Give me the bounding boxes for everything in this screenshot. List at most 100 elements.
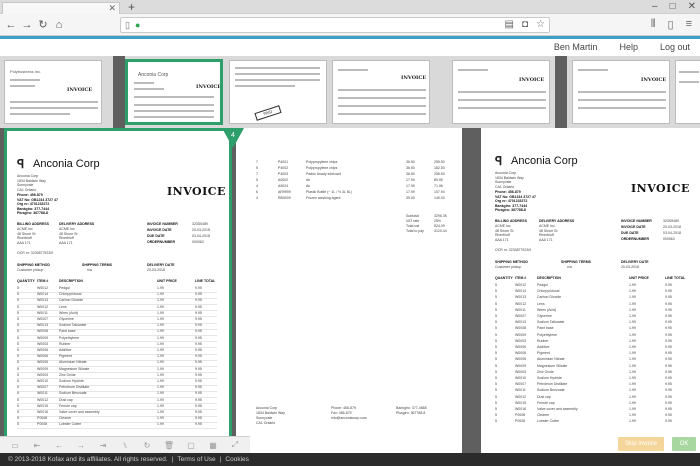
thumb-title: INVOICE	[519, 77, 545, 83]
delivery-line: AAA 171	[59, 240, 73, 245]
fit-icon[interactable]: ▢	[184, 441, 198, 450]
menu-icon[interactable]: ≡	[686, 18, 692, 31]
line-item-cell: 5	[17, 335, 19, 340]
line-item-cell: 9.95	[665, 394, 672, 399]
line-item-cell: 1.99	[157, 416, 164, 421]
expand-icon[interactable]: ⤢	[228, 440, 242, 450]
line-item-cell: 9.95	[665, 295, 672, 300]
line-item-cell: 9.95	[195, 335, 202, 340]
line-item-cell: Dust cap	[59, 397, 73, 402]
line-item-cell: W0013	[515, 295, 527, 300]
home-icon[interactable]: ⌂	[52, 18, 66, 32]
thumbnail-page-2-selected[interactable]: Anconia Corp INVOICE	[125, 59, 223, 125]
line-item-cell: P0008	[515, 413, 526, 418]
close-window-icon[interactable]: ✕	[688, 0, 696, 14]
browser-tabbar: ✕ + – □ ✕	[0, 0, 700, 14]
document-viewer: ꟼ Anconia Corp INVOICE BILLING ADDRESS D…	[0, 128, 700, 453]
last-page-icon[interactable]: ⇥	[96, 441, 110, 450]
line-item-cell: W0015	[515, 400, 527, 405]
page2-cell: A9024	[278, 184, 289, 188]
line-item-cell: Sodium Benzoate	[59, 391, 87, 396]
browser-tab[interactable]: ✕	[2, 2, 120, 14]
user-name-link[interactable]: Ben Martin	[554, 42, 598, 52]
thumbnail-page-4[interactable]: INVOICE	[332, 60, 430, 124]
app-header: Ben Martin Help Log out	[0, 39, 700, 56]
reload-icon[interactable]: ↻	[36, 18, 50, 32]
rotate-icon[interactable]: ↻	[140, 441, 154, 450]
thumbnail-page-3[interactable]: PAID	[229, 60, 327, 124]
invoice-page-selected[interactable]: ꟼ Anconia Corp INVOICE BILLING ADDRESS D…	[4, 128, 232, 453]
line-item-cell: 5	[17, 310, 19, 315]
delivery-date: 20-03-2018	[621, 265, 639, 269]
line-item-cell: W0015	[37, 403, 49, 408]
tab-close-icon[interactable]: ✕	[108, 3, 116, 14]
invoice-page-3[interactable]: ꟼ Anconia Corp INVOICE Anconia Corp 1834 …	[481, 128, 700, 453]
maximize-icon[interactable]: □	[670, 0, 676, 14]
line-item-cell: W0013	[515, 320, 527, 325]
line-item-cell: 1.99	[157, 348, 164, 352]
line-item-cell: 1.99	[629, 326, 636, 331]
line-item-cell: 5	[495, 326, 497, 331]
line-item-cell: 1.99	[157, 323, 164, 328]
reader-icon[interactable]: ▤	[505, 19, 514, 30]
meta-label: INVOICE DATE	[621, 225, 646, 229]
page2-cell: A0002	[278, 178, 289, 182]
line-item-cell: Additive	[537, 345, 550, 349]
pocket-icon[interactable]: ◘	[522, 19, 528, 30]
line-item-cell: 1.99	[629, 301, 636, 306]
line-item-cell: 9.95	[195, 329, 202, 334]
library-icon[interactable]: ⫴	[651, 18, 656, 31]
back-icon[interactable]: ←	[4, 18, 18, 32]
page-icon[interactable]: ▭	[8, 441, 22, 450]
minimize-icon[interactable]: –	[652, 0, 658, 14]
line-item-cell: Wires (Acid)	[59, 310, 79, 315]
thumbnail-strip: Polybusiness Inc. INVOICE Anconia Corp I…	[0, 56, 700, 128]
line-item-cell: P0008	[37, 416, 48, 421]
new-tab-icon[interactable]: +	[128, 0, 135, 14]
line-item-cell: P0008	[37, 422, 48, 427]
billing-line: AAA 171	[495, 237, 509, 242]
terms-link[interactable]: Terms of Use	[177, 453, 215, 466]
line-item-cell: 1.99	[629, 357, 636, 362]
next-icon[interactable]: →	[74, 441, 88, 450]
line-item-cell: 9.95	[195, 366, 202, 371]
split-icon[interactable]: ⑊	[118, 441, 132, 450]
help-link[interactable]: Help	[619, 42, 638, 52]
line-item-cell: 1.99	[157, 372, 164, 377]
shipping-terms: n/a	[87, 268, 92, 272]
line-item-cell: Paint base	[59, 329, 76, 334]
thumbnail-page-1[interactable]: Polybusiness Inc. INVOICE	[4, 60, 102, 124]
url-bar[interactable]: ▯ ● ▤ ◘ ☆	[120, 17, 550, 33]
line-item-cell: W0007	[515, 382, 527, 387]
page2-cell: 182.50	[434, 166, 445, 170]
page2-cell: 4	[256, 196, 258, 200]
page2-cell: 7	[256, 160, 258, 164]
thumbnail-page-5[interactable]: INVOICE	[452, 60, 550, 124]
page2-cell: Plastic Bottle (~ 1L / ½ 3L 5L)	[306, 190, 352, 194]
line-item-cell: Lens	[537, 301, 545, 306]
skip-invoice-button[interactable]: Skip invoice	[618, 437, 664, 451]
ok-button[interactable]: OK	[672, 437, 696, 451]
line-item-cell: 1.99	[629, 295, 636, 300]
thumbnail-page-6[interactable]: INVOICE	[572, 60, 670, 124]
browser-navbar: ← → ↻ ⌂ ▯ ● ▤ ◘ ☆ ⫴ ▯ ≡	[0, 14, 700, 36]
line-item-cell: W0016	[515, 407, 527, 411]
sidebar-icon[interactable]: ▯	[668, 18, 674, 31]
line-item-cell: 1.99	[629, 351, 636, 356]
logout-link[interactable]: Log out	[660, 42, 690, 52]
bookmark-star-icon[interactable]: ☆	[536, 19, 545, 30]
forward-icon[interactable]: →	[20, 18, 34, 32]
line-item-cell: 1.99	[629, 407, 636, 411]
invoice-page-2[interactable]: 7 P4001 Polypropylene chips 36.50 255.50 5 P40…	[236, 128, 462, 453]
line-item-cell: Additive	[59, 348, 72, 352]
grid-icon[interactable]: ▦	[206, 441, 220, 450]
page2-cell: Air	[306, 178, 311, 182]
first-page-icon[interactable]: ⇤	[30, 441, 44, 450]
prev-icon[interactable]: ←	[52, 441, 66, 450]
line-item-cell: 9.95	[665, 382, 672, 387]
line-item-cell: W0014	[37, 292, 49, 297]
thumbnail-page-7[interactable]	[675, 60, 700, 124]
cookies-link[interactable]: Cookies	[225, 453, 248, 466]
line-item-cell: 5	[495, 394, 497, 399]
delete-icon[interactable]: 🗑	[162, 441, 176, 450]
